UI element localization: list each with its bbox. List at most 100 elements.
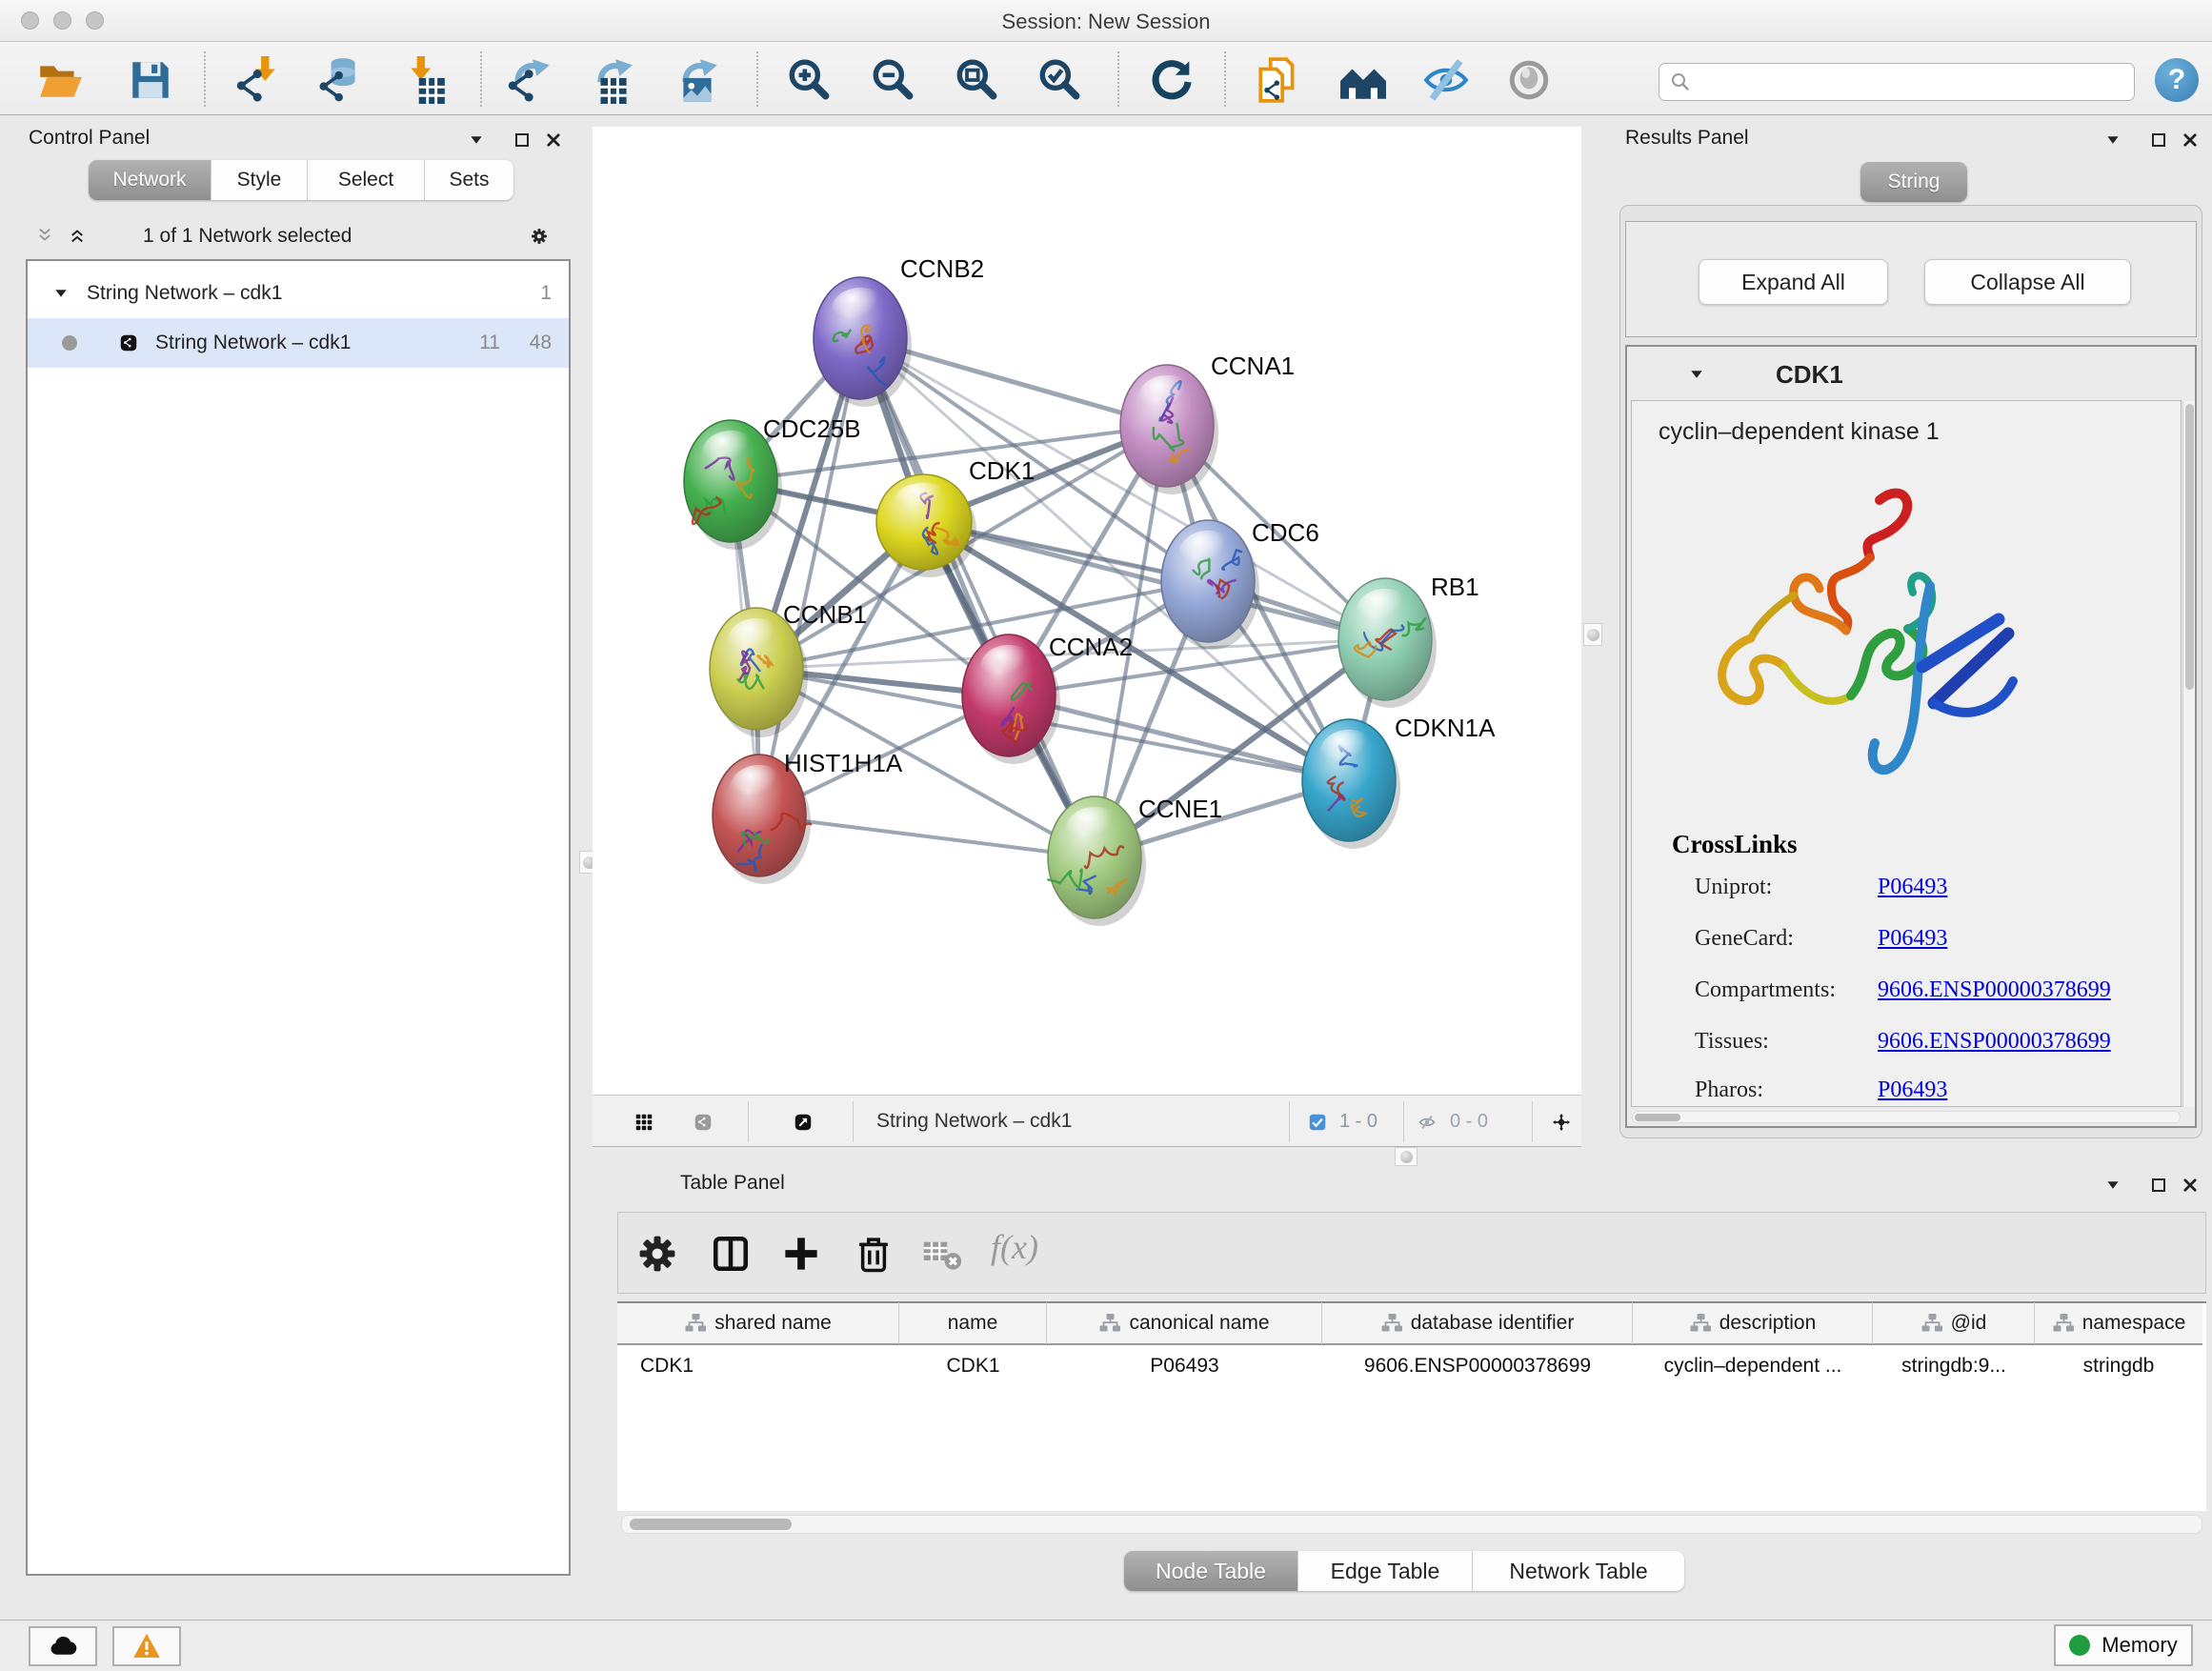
control-panel-float-icon[interactable] bbox=[510, 128, 534, 152]
toolbar-separator bbox=[204, 51, 206, 107]
crosslink-row: Uniprot: bbox=[1695, 875, 1772, 900]
string-import-icon[interactable] bbox=[1252, 53, 1305, 107]
crosslink-value-link[interactable]: 9606.ENSP00000378699 bbox=[1878, 977, 2111, 1003]
zoom-out-icon[interactable] bbox=[866, 53, 919, 107]
birdseye-view-icon[interactable] bbox=[786, 1105, 820, 1139]
network-canvas[interactable]: CCNB2CCNA1CDC25BCDK1CDC6RB1CCNB1CCNA2CDK… bbox=[593, 127, 1581, 1095]
help-button[interactable]: ? bbox=[2155, 58, 2199, 102]
selected-checkbox-icon[interactable] bbox=[1305, 1110, 1329, 1134]
collection-expander-icon[interactable] bbox=[49, 281, 73, 306]
results-vertical-scrollbar[interactable] bbox=[2182, 401, 2195, 1107]
network-row[interactable]: String Network – cdk1 11 48 bbox=[28, 318, 569, 368]
collection-count: 1 bbox=[540, 282, 552, 305]
warnings-button[interactable] bbox=[112, 1626, 181, 1666]
main-toolbar: ? bbox=[0, 42, 2212, 115]
expand-all-networks-icon[interactable] bbox=[65, 223, 90, 248]
column-header-id[interactable]: @id bbox=[1873, 1302, 2035, 1344]
collapse-all-button[interactable]: Collapse All bbox=[1924, 259, 2131, 305]
cell-canonical-name[interactable]: P06493 bbox=[1047, 1355, 1322, 1378]
export-table-icon[interactable] bbox=[586, 53, 639, 107]
expand-all-button[interactable]: Expand All bbox=[1699, 259, 1888, 305]
refresh-icon[interactable] bbox=[1145, 53, 1198, 107]
svg-text:RB1: RB1 bbox=[1431, 573, 1479, 601]
table-options-gear-icon[interactable] bbox=[634, 1231, 680, 1277]
tab-node-table[interactable]: Node Table bbox=[1124, 1551, 1298, 1591]
tab-edge-table[interactable]: Edge Table bbox=[1298, 1551, 1473, 1591]
grid-view-icon[interactable] bbox=[629, 1107, 659, 1137]
export-image-icon[interactable] bbox=[671, 53, 724, 107]
zoom-fit-icon[interactable] bbox=[950, 53, 1003, 107]
shared-column-icon bbox=[684, 1312, 707, 1335]
import-network-file-icon[interactable] bbox=[231, 53, 285, 107]
table-panel-close-icon[interactable] bbox=[2178, 1173, 2202, 1198]
network-options-gear-icon[interactable] bbox=[522, 219, 556, 253]
tab-select[interactable]: Select bbox=[308, 160, 425, 200]
network-collection-row[interactable]: String Network – cdk1 1 bbox=[28, 269, 569, 318]
table-horizontal-scrollbar[interactable] bbox=[621, 1515, 2202, 1534]
cell-namespace[interactable]: stringdb bbox=[2035, 1355, 2202, 1378]
crosslink-value-link[interactable]: P06493 bbox=[1878, 1077, 1947, 1103]
export-network-icon[interactable] bbox=[503, 53, 556, 107]
column-header-database-identifier[interactable]: database identifier bbox=[1322, 1302, 1633, 1344]
cell-id[interactable]: stringdb:9... bbox=[1873, 1355, 2035, 1378]
network-share-icon[interactable] bbox=[686, 1105, 720, 1139]
control-panel-close-icon[interactable] bbox=[541, 128, 566, 152]
show-columns-icon[interactable] bbox=[708, 1231, 754, 1277]
search-input[interactable] bbox=[1659, 63, 2135, 101]
hidden-eye-icon[interactable] bbox=[1414, 1109, 1440, 1136]
column-header-shared-name[interactable]: shared name bbox=[617, 1302, 899, 1344]
import-table-icon[interactable] bbox=[398, 53, 452, 107]
show-all-icon[interactable] bbox=[1502, 53, 1556, 107]
cell-name[interactable]: CDK1 bbox=[899, 1355, 1047, 1378]
tab-string[interactable]: String bbox=[1860, 162, 1967, 202]
zoom-in-icon[interactable] bbox=[782, 53, 835, 107]
results-panel-float-icon[interactable] bbox=[2146, 128, 2171, 152]
results-panel-collapse-icon[interactable] bbox=[2101, 128, 2125, 152]
crosslink-value-link[interactable]: P06493 bbox=[1878, 875, 1947, 900]
add-column-icon[interactable] bbox=[778, 1231, 824, 1277]
import-network-database-icon[interactable] bbox=[314, 53, 368, 107]
table-panel-title: Table Panel bbox=[680, 1172, 785, 1195]
svg-text:HIST1H1A: HIST1H1A bbox=[784, 749, 903, 777]
table-panel-float-icon[interactable] bbox=[2146, 1173, 2171, 1198]
results-horizontal-scrollbar[interactable] bbox=[1632, 1111, 2181, 1123]
cell-database-identifier[interactable]: 9606.ENSP00000378699 bbox=[1322, 1355, 1633, 1378]
tab-sets[interactable]: Sets bbox=[425, 160, 513, 200]
memory-button[interactable]: Memory bbox=[2054, 1624, 2193, 1666]
crosslink-value-link[interactable]: 9606.ENSP00000378699 bbox=[1878, 1029, 2111, 1055]
svg-text:CCNB2: CCNB2 bbox=[900, 254, 984, 283]
results-panel-close-icon[interactable] bbox=[2178, 128, 2202, 152]
table-row[interactable]: CDK1 CDK1 P06493 9606.ENSP00000378699 cy… bbox=[617, 1345, 2202, 1387]
shared-column-icon bbox=[1689, 1312, 1712, 1335]
hide-selected-icon[interactable] bbox=[1419, 53, 1473, 107]
fit-content-icon[interactable] bbox=[1543, 1104, 1579, 1140]
gene-section-expander-icon[interactable] bbox=[1684, 362, 1709, 387]
network-graph[interactable]: CCNB2CCNA1CDC25BCDK1CDC6RB1CCNB1CCNA2CDK… bbox=[593, 127, 1581, 1095]
right-splitter-handle[interactable] bbox=[1583, 623, 1602, 646]
save-session-icon[interactable] bbox=[124, 53, 177, 107]
tab-style[interactable]: Style bbox=[211, 160, 308, 200]
table-panel-collapse-icon[interactable] bbox=[2101, 1173, 2125, 1198]
open-session-icon[interactable] bbox=[33, 53, 87, 107]
toolbar-separator bbox=[480, 51, 482, 107]
cloud-button[interactable] bbox=[29, 1626, 97, 1666]
control-panel-collapse-icon[interactable] bbox=[464, 128, 489, 152]
tab-network-table[interactable]: Network Table bbox=[1473, 1551, 1684, 1591]
protein-structure-image bbox=[1684, 466, 2041, 811]
tab-network[interactable]: Network bbox=[89, 160, 211, 200]
cell-description[interactable]: cyclin–dependent ... bbox=[1633, 1355, 1873, 1378]
zoom-selected-icon[interactable] bbox=[1033, 53, 1086, 107]
crosslink-value-link[interactable]: P06493 bbox=[1878, 926, 1947, 952]
crosslink-label: Uniprot: bbox=[1695, 875, 1772, 899]
results-panel-tabs: String bbox=[1860, 162, 1967, 202]
collapse-all-networks-icon[interactable] bbox=[32, 223, 57, 248]
bottom-splitter-handle[interactable] bbox=[1395, 1147, 1418, 1166]
column-header-description[interactable]: description bbox=[1633, 1302, 1873, 1344]
column-header-canonical-name[interactable]: canonical name bbox=[1047, 1302, 1322, 1344]
home-networks-icon[interactable] bbox=[1337, 53, 1390, 107]
cell-shared-name[interactable]: CDK1 bbox=[617, 1355, 899, 1378]
column-header-namespace[interactable]: namespace bbox=[2035, 1302, 2202, 1344]
delete-column-icon[interactable] bbox=[851, 1231, 896, 1277]
column-header-name[interactable]: name bbox=[899, 1302, 1047, 1344]
hidden-count: 0 - 0 bbox=[1450, 1111, 1488, 1133]
